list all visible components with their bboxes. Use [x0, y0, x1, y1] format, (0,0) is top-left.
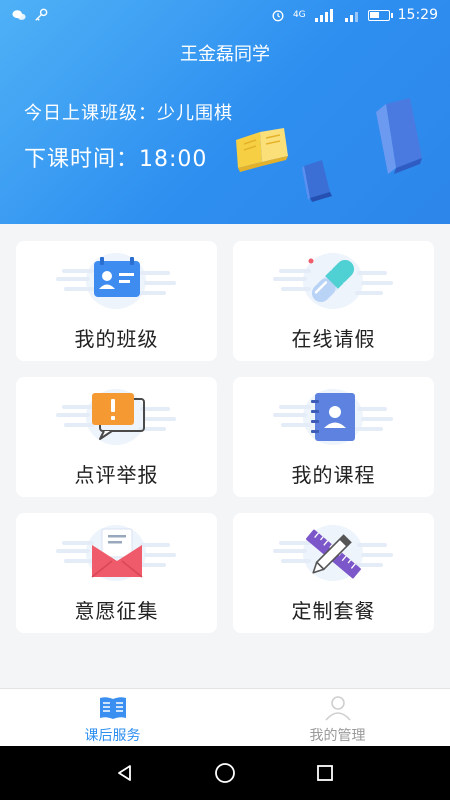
system-navigation-bar — [0, 746, 450, 800]
service-menu-grid: 我的班级 在线请假 点评举报 我的课程 意愿征集 定制套餐 — [16, 241, 434, 633]
contact-book-icon — [273, 389, 393, 445]
back-button[interactable] — [105, 753, 145, 793]
id-card-icon — [56, 253, 176, 309]
tab-my-management[interactable]: 我的管理 — [225, 689, 450, 746]
signal-icon — [314, 9, 333, 22]
app-screen: 王金磊同学 今日上课班级：少儿围棋 下课时间：18:00 4G 15:29 我的… — [0, 0, 450, 800]
pill-icon — [273, 253, 393, 309]
envelope-icon — [56, 525, 176, 581]
tall-book-decoration-icon — [376, 98, 422, 174]
home-circle-icon — [215, 763, 235, 783]
person-icon — [324, 696, 351, 721]
wechat-icon — [12, 10, 26, 20]
square-icon — [317, 765, 333, 781]
open-book-decoration-icon — [236, 128, 288, 172]
status-time: 15:29 — [397, 7, 438, 23]
menu-card-my-courses[interactable]: 我的课程 — [233, 377, 434, 497]
key-icon — [35, 8, 48, 21]
status-bar: 4G 15:29 — [0, 0, 450, 30]
menu-card-review-report[interactable]: 点评举报 — [16, 377, 217, 497]
class-today-text: 今日上课班级：少儿围棋 — [24, 103, 233, 124]
back-triangle-icon — [118, 765, 131, 781]
small-book-decoration-icon — [302, 160, 332, 202]
page-title: 王金磊同学 — [180, 44, 270, 65]
signal-icon-2 — [344, 12, 358, 22]
network-type-text: 4G — [292, 10, 306, 20]
class-end-time-text: 下课时间：18:00 — [24, 147, 208, 172]
alert-message-icon — [56, 389, 176, 445]
menu-card-label: 我的班级 — [74, 327, 159, 351]
recent-apps-button[interactable] — [305, 753, 345, 793]
menu-card-label: 我的课程 — [291, 463, 376, 487]
menu-card-custom-package[interactable]: 定制套餐 — [233, 513, 434, 633]
tab-label: 我的管理 — [309, 728, 366, 744]
menu-card-label: 意愿征集 — [74, 599, 159, 623]
tab-label: 课后服务 — [84, 728, 141, 744]
menu-card-survey[interactable]: 意愿征集 — [16, 513, 217, 633]
book-icon — [99, 697, 126, 719]
alarm-icon — [272, 10, 284, 22]
tab-after-school-service[interactable]: 课后服务 — [0, 689, 225, 746]
menu-card-my-class[interactable]: 我的班级 — [16, 241, 217, 361]
menu-card-label: 定制套餐 — [291, 599, 376, 623]
menu-card-online-leave[interactable]: 在线请假 — [233, 241, 434, 361]
home-button[interactable] — [205, 753, 245, 793]
ruler-pencil-icon — [273, 525, 393, 581]
battery-icon — [367, 9, 393, 21]
header-banner: 王金磊同学 今日上课班级：少儿围棋 下课时间：18:00 — [0, 0, 450, 224]
menu-card-label: 在线请假 — [291, 327, 376, 351]
bottom-tab-bar: 课后服务 我的管理 — [0, 688, 450, 746]
menu-card-label: 点评举报 — [74, 463, 159, 487]
